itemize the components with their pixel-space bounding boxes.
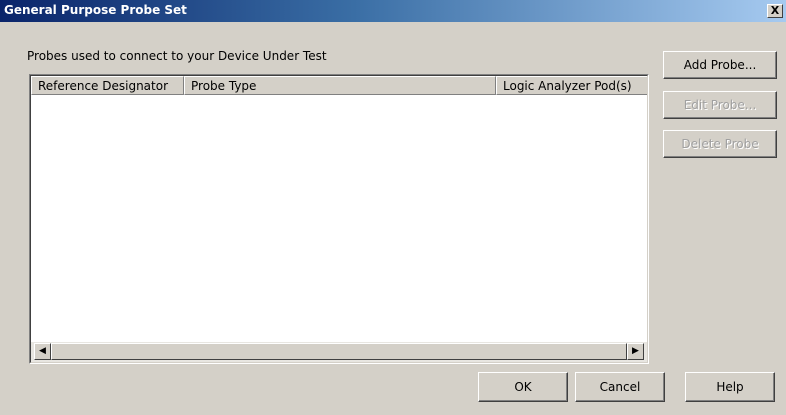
arrow-left-icon: ◀ [39,346,46,356]
title-bar[interactable]: General Purpose Probe Set X [0,0,786,22]
close-button[interactable]: X [767,4,783,18]
add-probe-button[interactable]: Add Probe... [663,51,777,79]
list-header: Reference Designator Probe Type Logic An… [31,76,647,95]
scroll-right-button[interactable]: ▶ [627,343,644,360]
scroll-left-button[interactable]: ◀ [34,343,51,360]
column-probe-type[interactable]: Probe Type [184,76,496,95]
ok-button[interactable]: OK [478,372,568,402]
edit-probe-button[interactable]: Edit Probe... [663,91,777,119]
list-rows[interactable] [31,95,647,342]
probe-list[interactable]: Reference Designator Probe Type Logic An… [29,74,649,364]
delete-probe-button[interactable]: Delete Probe [663,130,777,158]
column-logic-analyzer-pods[interactable]: Logic Analyzer Pod(s) [496,76,647,95]
horizontal-scrollbar[interactable]: ◀ ▶ [31,342,647,362]
close-icon: X [770,4,780,17]
probes-group-label: Probes used to connect to your Device Un… [27,49,327,63]
scroll-thumb[interactable] [51,343,627,360]
help-button[interactable]: Help [685,372,775,402]
probe-set-dialog: General Purpose Probe Set X Probes used … [0,0,786,415]
column-reference-designator[interactable]: Reference Designator [31,76,184,95]
cancel-button[interactable]: Cancel [575,372,665,402]
arrow-right-icon: ▶ [632,346,639,356]
window-title: General Purpose Probe Set [4,3,187,17]
